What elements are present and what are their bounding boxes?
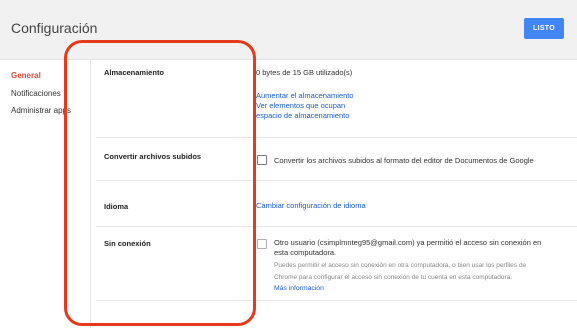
done-button[interactable]: LISTO bbox=[524, 18, 564, 39]
offline-text-cont: esta computadora. bbox=[274, 248, 337, 257]
page-title: Configuración bbox=[11, 20, 98, 36]
more-info-link[interactable]: Más información bbox=[274, 284, 324, 294]
sidebar-item-general[interactable]: General bbox=[11, 71, 41, 80]
convert-uploads-checkbox[interactable] bbox=[257, 155, 267, 165]
sidebar-item-manage-apps[interactable]: Administrar apps bbox=[11, 106, 71, 115]
storage-usage: 0 bytes de 15 GB utilizado(s) bbox=[256, 68, 353, 77]
sidebar-item-notifications[interactable]: Notificaciones bbox=[11, 89, 61, 98]
increase-storage-link[interactable]: Aumentar el almacenamiento bbox=[256, 91, 354, 101]
offline-checkbox[interactable] bbox=[257, 239, 267, 249]
offline-hint: Puedes permitir el acceso sin conexión e… bbox=[274, 262, 527, 269]
convert-uploads-text: Convertir los archivos subidos al format… bbox=[274, 156, 534, 165]
view-storage-items-link[interactable]: Ver elementos que ocupan bbox=[256, 101, 345, 111]
change-language-link[interactable]: Cambiar configuración de idioma bbox=[256, 201, 366, 211]
view-storage-items-link-cont[interactable]: espacio de almacenamiento bbox=[256, 111, 349, 121]
offline-text: Otro usuario (csimplmnteg95@gmail.com) y… bbox=[274, 238, 542, 247]
highlight-annotation bbox=[64, 40, 256, 326]
offline-hint-cont: Chrome para configurar el acceso sin con… bbox=[274, 274, 513, 281]
